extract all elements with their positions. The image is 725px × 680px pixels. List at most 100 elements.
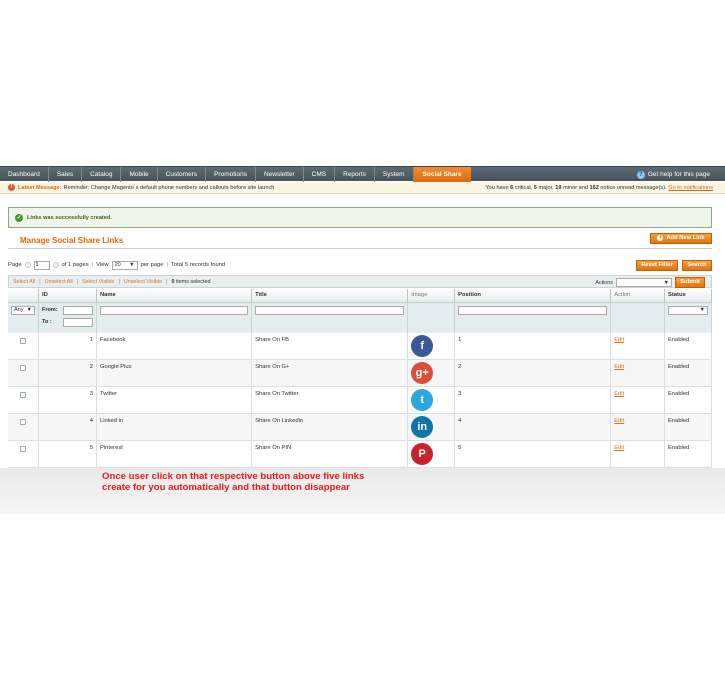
- table-row: 1 Facebook Share On FB f 1 Edit Enabled: [8, 332, 712, 360]
- total-records: Total 5 records found: [171, 262, 226, 268]
- cell-id: 5: [38, 440, 97, 468]
- go-to-notifications-link[interactable]: Go to notifications: [668, 185, 713, 191]
- name-filter-input[interactable]: [99, 305, 249, 315]
- cell-position: 3: [454, 386, 612, 414]
- nav-item-mobile[interactable]: Mobile: [121, 166, 158, 182]
- nav-item-catalog[interactable]: Catalog: [82, 166, 122, 182]
- per-page-select[interactable]: 20 ▼: [111, 260, 138, 270]
- id-from-input[interactable]: [62, 305, 93, 315]
- pager: Page of 1 pages | View 20▼ per page | To…: [8, 260, 225, 270]
- selected-count: 0: [171, 278, 175, 285]
- col-id[interactable]: ID: [38, 289, 97, 303]
- nav-item-customers[interactable]: Customers: [158, 166, 207, 182]
- col-title[interactable]: Title: [251, 289, 409, 303]
- submit-button[interactable]: Submit: [675, 277, 705, 288]
- row-checkbox[interactable]: [20, 392, 26, 398]
- page-title: Manage Social Share Links: [20, 236, 124, 245]
- unselect-visible-link[interactable]: Unselect Visible: [124, 279, 162, 285]
- title-filter-input[interactable]: [255, 305, 405, 315]
- select-all-link[interactable]: Select All: [13, 279, 35, 285]
- cell-position: 1: [454, 332, 612, 360]
- view-label: View: [96, 262, 109, 268]
- google-plus-icon: g+: [411, 362, 434, 384]
- help-link[interactable]: ? Get help for this page: [636, 167, 710, 182]
- table-row: 3 Twitter Share On Twitter t 3 Edit Enabled: [8, 386, 712, 414]
- cell-status: Enabled: [664, 359, 712, 387]
- main-nav: Dashboard Sales Catalog Mobile Customers Prom…: [0, 166, 725, 182]
- col-name[interactable]: Name: [96, 289, 253, 303]
- edit-link[interactable]: Edit: [614, 391, 624, 397]
- row-checkbox[interactable]: [20, 446, 26, 452]
- cell-status: Enabled: [664, 386, 712, 414]
- col-position[interactable]: Position: [454, 289, 612, 303]
- position-filter-input[interactable]: [458, 305, 608, 315]
- cell-title: Share On Linkedin: [251, 413, 409, 441]
- edit-link[interactable]: Edit: [614, 337, 624, 343]
- cell-status: Enabled: [664, 332, 712, 360]
- table-row: 2 Google Plus Share On G+ g+ 2 Edit Enabled: [8, 359, 712, 387]
- id-to-input[interactable]: [62, 317, 93, 327]
- any-select[interactable]: Any ▼: [11, 305, 35, 315]
- row-checkbox[interactable]: [20, 419, 26, 425]
- twitter-icon: t: [411, 389, 434, 411]
- nav-item-reports[interactable]: Reports: [335, 166, 375, 182]
- cell-status: Enabled: [664, 440, 712, 468]
- actions-select[interactable]: ▼: [616, 278, 672, 287]
- cell-id: 4: [38, 413, 97, 441]
- cell-title: Share On PIN: [251, 440, 409, 468]
- pinterest-icon: P: [411, 443, 434, 465]
- cell-title: Share On G+: [251, 359, 409, 387]
- links-grid: ID Name Title Image Position Action Stat…: [8, 289, 712, 468]
- edit-link[interactable]: Edit: [614, 364, 624, 370]
- cell-title: Share On FB: [251, 332, 409, 360]
- nav-item-social-share[interactable]: Social Share: [413, 166, 471, 182]
- col-status[interactable]: Status: [664, 289, 712, 303]
- cell-name: Twitter: [96, 386, 253, 414]
- annotation-caption: Once user click on that respective butto…: [102, 471, 365, 493]
- col-image: Image: [407, 289, 456, 303]
- massaction-bar: Select All | Unselect All | Select Visible…: [8, 275, 712, 288]
- title-divider: [8, 248, 712, 249]
- nav-item-newsletter[interactable]: Newsletter: [256, 166, 304, 182]
- per-page-label: per page: [140, 262, 164, 268]
- select-visible-link[interactable]: Select Visible: [82, 279, 114, 285]
- reset-filter-button[interactable]: Reset Filter: [636, 260, 678, 271]
- cell-id: 2: [38, 359, 97, 387]
- facebook-icon: f: [411, 334, 434, 357]
- search-button[interactable]: Search: [682, 260, 712, 271]
- cell-position: 5: [454, 440, 612, 468]
- col-action: Action: [610, 289, 665, 303]
- row-checkbox[interactable]: [20, 365, 26, 371]
- nav-item-sales[interactable]: Sales: [49, 166, 83, 182]
- cell-name: Linked in: [96, 413, 253, 441]
- next-page-icon[interactable]: [52, 262, 59, 268]
- row-checkbox[interactable]: [20, 337, 26, 344]
- filter-row: Any ▼ From: To : ▼: [8, 302, 712, 333]
- edit-link[interactable]: Edit: [614, 445, 624, 451]
- id-from-label: From:: [42, 307, 58, 313]
- cell-id: 3: [38, 386, 97, 414]
- page-count: of 1 pages: [61, 262, 89, 268]
- cell-status: Enabled: [664, 413, 712, 441]
- help-icon: ?: [636, 170, 645, 179]
- nav-item-dashboard[interactable]: Dashboard: [0, 166, 49, 182]
- prev-page-icon[interactable]: [24, 262, 31, 268]
- success-message: ✓ Links was successfully created.: [8, 207, 712, 228]
- success-message-text: Links was successfully created.: [27, 214, 112, 221]
- nav-item-cms[interactable]: CMS: [304, 166, 336, 182]
- checkmark-icon: ✓: [15, 213, 23, 222]
- page-label: Page: [8, 262, 22, 268]
- cell-id: 1: [38, 332, 97, 360]
- add-new-link-button[interactable]: + Add New Link: [650, 233, 712, 244]
- warning-icon: !: [8, 184, 15, 191]
- nav-item-promotions[interactable]: Promotions: [206, 166, 256, 182]
- page-input[interactable]: [33, 260, 50, 270]
- table-row: 5 Pinterest Share On PIN P 5 Edit Enabled: [8, 440, 712, 468]
- unselect-all-link[interactable]: Unselect All: [45, 279, 73, 285]
- actions-label: Actions: [595, 279, 613, 286]
- status-filter-select[interactable]: ▼: [668, 305, 708, 315]
- cell-position: 2: [454, 359, 612, 387]
- nav-item-system[interactable]: System: [375, 166, 414, 182]
- notification-bar: ! Latest Message: Reminder: Change Magen…: [0, 182, 725, 194]
- edit-link[interactable]: Edit: [614, 418, 624, 424]
